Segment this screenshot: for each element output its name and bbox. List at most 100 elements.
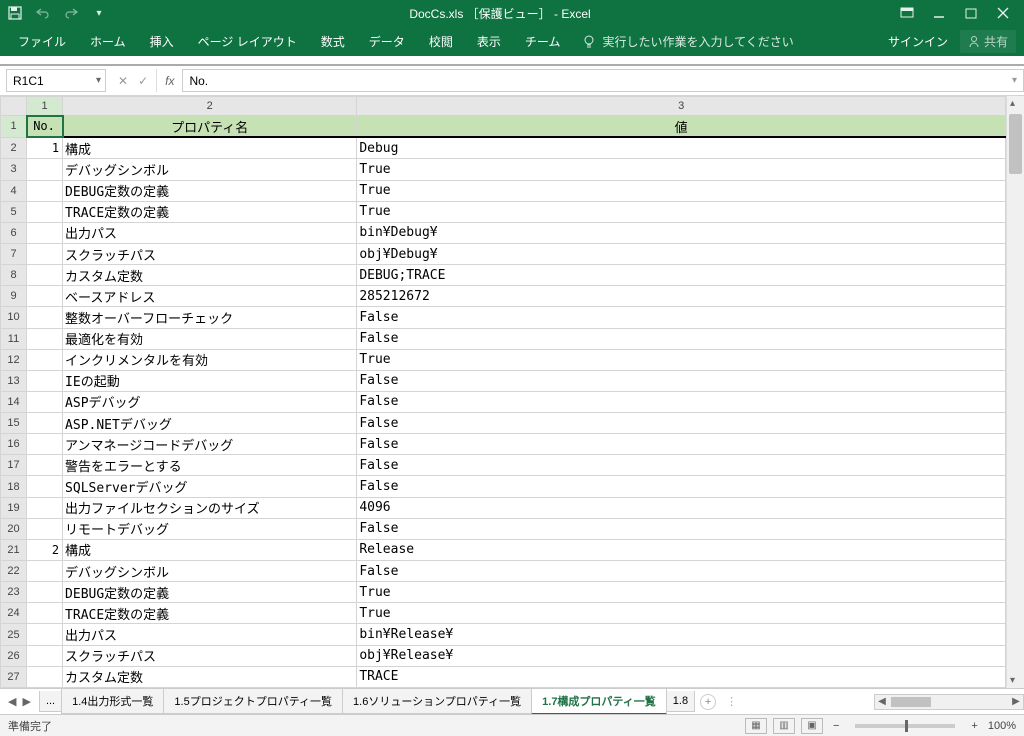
tab-review[interactable]: 校閲 [419, 29, 463, 54]
row-header[interactable]: 27 [1, 666, 27, 687]
cell[interactable]: No. [27, 116, 63, 138]
cell[interactable]: SQLServerデバッグ [63, 476, 357, 497]
cell[interactable]: スクラッチパス [63, 243, 357, 264]
cell[interactable] [27, 476, 63, 497]
cell[interactable]: False [357, 518, 1006, 539]
row-header[interactable]: 13 [1, 370, 27, 391]
cell[interactable]: True [357, 349, 1006, 370]
cell[interactable]: カスタム定数 [63, 666, 357, 687]
cell[interactable] [27, 180, 63, 201]
col-header-1[interactable]: 1 [27, 97, 63, 116]
cell[interactable]: 最適化を有効 [63, 328, 357, 349]
cell[interactable]: 値 [357, 116, 1006, 138]
fx-icon[interactable]: fx [157, 74, 182, 88]
row-header[interactable]: 8 [1, 265, 27, 286]
cell[interactable]: リモートデバッグ [63, 518, 357, 539]
col-header-2[interactable]: 2 [63, 97, 357, 116]
tab-home[interactable]: ホーム [80, 29, 136, 54]
share-button[interactable]: 共有 [960, 30, 1016, 53]
cell[interactable] [27, 201, 63, 222]
row-header[interactable]: 22 [1, 561, 27, 582]
cell[interactable]: デバッグシンボル [63, 159, 357, 180]
ribbon-options-icon[interactable] [898, 4, 916, 22]
cell[interactable] [27, 603, 63, 624]
row-header[interactable]: 12 [1, 349, 27, 370]
minimize-icon[interactable] [930, 4, 948, 22]
cells-grid[interactable]: 1 2 3 1 No. プロパティ名 値 21構成Debug3デバッグシンボルT… [0, 96, 1006, 688]
cell[interactable]: bin¥Release¥ [357, 624, 1006, 645]
signin-link[interactable]: サインイン [888, 33, 948, 50]
tab-team[interactable]: チーム [515, 29, 571, 54]
name-box[interactable]: R1C1 [6, 69, 106, 92]
cell[interactable] [27, 286, 63, 307]
cell[interactable]: False [357, 455, 1006, 476]
cell[interactable]: obj¥Debug¥ [357, 243, 1006, 264]
cell[interactable] [27, 328, 63, 349]
tab-nav-prev-icon[interactable]: ◀ [6, 695, 18, 708]
row-header[interactable]: 9 [1, 286, 27, 307]
cell[interactable]: デバッグシンボル [63, 561, 357, 582]
cell[interactable]: 警告をエラーとする [63, 455, 357, 476]
row-header[interactable]: 11 [1, 328, 27, 349]
row-header[interactable]: 2 [1, 137, 27, 159]
cell[interactable]: TRACE定数の定義 [63, 603, 357, 624]
cell[interactable]: TRACE定数の定義 [63, 201, 357, 222]
cell[interactable]: 構成 [63, 539, 357, 560]
cell[interactable]: ベースアドレス [63, 286, 357, 307]
tell-me[interactable]: 実行したい作業を入力してください [582, 33, 793, 50]
tab-view[interactable]: 表示 [467, 29, 511, 54]
sheet-tab[interactable]: 1.5プロジェクトプロパティ一覧 [163, 689, 343, 714]
tab-nav-next-icon[interactable]: ▶ [20, 695, 32, 708]
sheet-tab[interactable]: 1.4出力形式一覧 [61, 689, 164, 714]
cell[interactable] [27, 518, 63, 539]
row-header[interactable]: 7 [1, 243, 27, 264]
cell[interactable]: IEの起動 [63, 370, 357, 391]
sheet-tab-overflow-next[interactable]: 1.8 [666, 691, 695, 712]
cell[interactable] [27, 349, 63, 370]
cell[interactable]: DEBUG定数の定義 [63, 582, 357, 603]
row-header[interactable]: 4 [1, 180, 27, 201]
col-header-3[interactable]: 3 [357, 97, 1006, 116]
close-icon[interactable] [994, 4, 1012, 22]
maximize-icon[interactable] [962, 4, 980, 22]
cell[interactable]: True [357, 603, 1006, 624]
cell[interactable]: False [357, 370, 1006, 391]
cell[interactable] [27, 645, 63, 666]
cell[interactable] [27, 561, 63, 582]
row-header[interactable]: 23 [1, 582, 27, 603]
row-header[interactable]: 6 [1, 222, 27, 243]
row-header[interactable]: 20 [1, 518, 27, 539]
cell[interactable] [27, 222, 63, 243]
cell[interactable]: 4096 [357, 497, 1006, 518]
row-header[interactable]: 3 [1, 159, 27, 180]
row-header[interactable]: 14 [1, 391, 27, 412]
row-header[interactable]: 25 [1, 624, 27, 645]
tab-file[interactable]: ファイル [8, 29, 76, 54]
cell[interactable] [27, 391, 63, 412]
cell[interactable] [27, 434, 63, 455]
new-sheet-button[interactable]: + [700, 694, 716, 710]
redo-icon[interactable] [62, 4, 80, 22]
cell[interactable]: ASPデバッグ [63, 391, 357, 412]
row-header[interactable]: 10 [1, 307, 27, 328]
cell[interactable]: True [357, 582, 1006, 603]
cell[interactable]: DEBUG定数の定義 [63, 180, 357, 201]
view-pagelayout-icon[interactable]: ▥ [773, 718, 795, 734]
row-header[interactable]: 26 [1, 645, 27, 666]
cell[interactable]: ASP.NETデバッグ [63, 413, 357, 434]
cell[interactable]: 出力パス [63, 222, 357, 243]
cell[interactable] [27, 413, 63, 434]
cell[interactable]: DEBUG;TRACE [357, 265, 1006, 286]
cell[interactable]: True [357, 180, 1006, 201]
cell[interactable] [27, 666, 63, 687]
select-all-corner[interactable] [1, 97, 27, 116]
row-header[interactable]: 5 [1, 201, 27, 222]
cell[interactable]: Release [357, 539, 1006, 560]
enter-formula-icon[interactable]: ✓ [138, 74, 148, 88]
cell[interactable] [27, 159, 63, 180]
cell[interactable]: obj¥Release¥ [357, 645, 1006, 666]
cell[interactable]: False [357, 328, 1006, 349]
cell[interactable] [27, 497, 63, 518]
cell[interactable]: アンマネージコードデバッグ [63, 434, 357, 455]
cell[interactable]: 出力パス [63, 624, 357, 645]
